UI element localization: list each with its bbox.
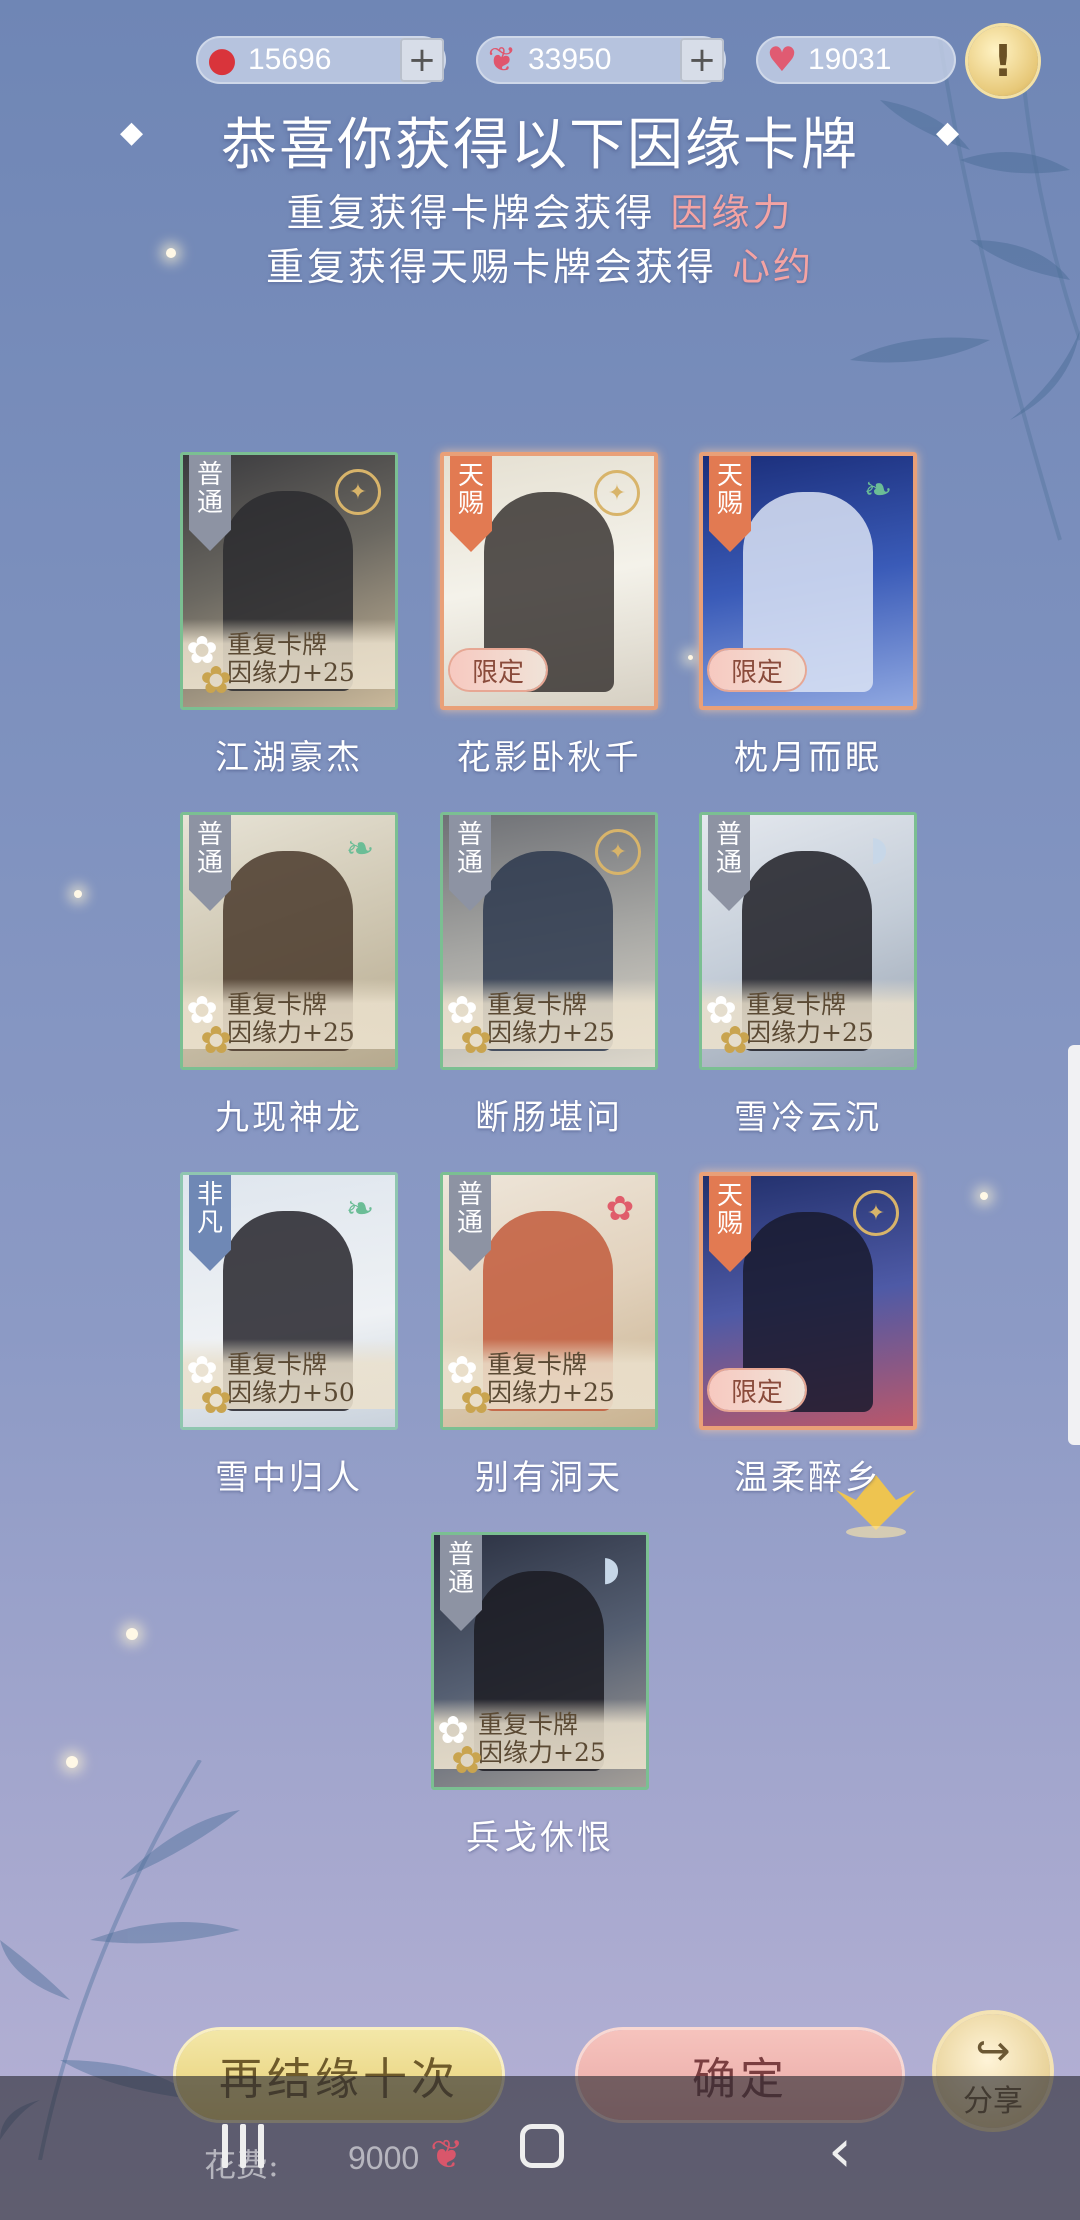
bonus-label: 因缘力+25 [227, 1018, 355, 1047]
card-item[interactable]: 天赐 ✦ 限定 [699, 1172, 917, 1430]
fan-icon: ◗ [602, 1549, 620, 1589]
hearts-icon: ♥ [766, 40, 798, 80]
currency-value: 33950 [528, 43, 612, 76]
bonus-label: 因缘力+25 [478, 1738, 606, 1767]
limited-badge: 限定 [709, 1370, 805, 1410]
card-name: 雪冷云沉 [734, 1098, 882, 1138]
sakura-icon: ✿ ✿ [702, 985, 760, 1065]
sakura-gold-icon: ✿ [451, 1738, 483, 1782]
add-red-bean-button[interactable]: + [400, 38, 444, 82]
sakura-gold-icon: ✿ [200, 658, 232, 702]
card-name: 九现神龙 [215, 1098, 363, 1138]
card-name: 花影卧秋千 [456, 738, 642, 778]
edge-panel-handle[interactable] [1068, 1045, 1080, 1445]
sakura-icon: ✿ ✿ [183, 985, 241, 1065]
subtitle-highlight: 因缘力 [670, 191, 794, 235]
card-item[interactable]: 普通 ◗ 重复卡牌 因缘力+25 ✿ ✿ [431, 1532, 649, 1790]
light-orb [66, 1756, 78, 1768]
sakura-icon: ✿ ✿ [183, 625, 241, 705]
sakura-gold-icon: ✿ [200, 1378, 232, 1422]
card-name: 断肠堪问 [475, 1098, 623, 1138]
light-orb [126, 1628, 138, 1640]
medal-icon: ✦ [594, 470, 640, 516]
card-name: 别有洞天 [475, 1458, 623, 1498]
card-name: 江湖豪杰 [215, 738, 363, 778]
sakura-icon: ✿ ✿ [443, 1345, 501, 1425]
sakura-icon: ✿ ✿ [183, 1345, 241, 1425]
card-item[interactable]: 天赐 ✦ 限定 [440, 452, 658, 710]
subtitle-line-2: 重复获得天赐卡牌会获得 心约 [0, 236, 1080, 291]
currency-value: 15696 [248, 43, 332, 76]
card-name: 雪中归人 [215, 1458, 363, 1498]
medal-icon: ✦ [595, 829, 641, 875]
currency-red-bean: ● 15696 + [196, 36, 446, 84]
card-item[interactable]: 普通 ✦ 重复卡牌 因缘力+25 ✿ ✿ [180, 452, 398, 710]
card-item[interactable]: 天赐 ❧ 限定 [699, 452, 917, 710]
flower-icon: ✿ [605, 1189, 635, 1229]
card-item[interactable]: 普通 ◗ 重复卡牌 因缘力+25 ✿ ✿ [699, 812, 917, 1070]
butterfly-icon: ❦ [487, 40, 517, 80]
card-item[interactable]: 普通 ❧ 重复卡牌 因缘力+25 ✿ ✿ [180, 812, 398, 1070]
card-item[interactable]: 普通 ✿ 重复卡牌 因缘力+25 ✿ ✿ [440, 1172, 658, 1430]
notice-button[interactable]: ! [968, 26, 1038, 96]
leaf-icon: ❧ [345, 1189, 375, 1229]
recent-apps-button[interactable] [222, 2124, 264, 2168]
share-icon: ↪ [975, 2026, 1011, 2075]
card-name: 温柔醉乡 [734, 1458, 882, 1498]
bonus-label: 因缘力+25 [746, 1018, 874, 1047]
subtitle-line-1: 重复获得卡牌会获得 因缘力 [0, 182, 1080, 237]
limited-badge: 限定 [450, 650, 546, 690]
exclamation-icon: ! [992, 35, 1014, 87]
card-name: 兵戈休恨 [466, 1818, 614, 1858]
page-title: 恭喜你获得以下因缘卡牌 [221, 113, 859, 178]
sakura-gold-icon: ✿ [460, 1378, 492, 1422]
subtitle-highlight: 心约 [732, 245, 815, 289]
currency-value: 19031 [808, 43, 892, 76]
bonus-label: 因缘力+25 [227, 658, 355, 687]
light-orb [74, 890, 82, 898]
cost-value: 9000 [348, 2140, 420, 2176]
leaf-icon: ❧ [345, 829, 375, 869]
subtitle-text: 重复获得天赐卡牌会获得 [265, 245, 717, 289]
card-item[interactable]: 普通 ✦ 重复卡牌 因缘力+25 ✿ ✿ [440, 812, 658, 1070]
sakura-gold-icon: ✿ [460, 1018, 492, 1062]
bonus-label: 因缘力+25 [487, 1018, 615, 1047]
sakura-icon: ✿ ✿ [443, 985, 501, 1065]
card-name: 枕月而眠 [734, 738, 882, 778]
light-orb [980, 1192, 988, 1200]
sakura-icon: ✿ ✿ [434, 1705, 492, 1785]
bonus-label: 因缘力+25 [487, 1378, 615, 1407]
light-orb [688, 655, 693, 660]
currency-butterfly: ❦ 33950 + [476, 36, 726, 84]
sakura-gold-icon: ✿ [200, 1018, 232, 1062]
back-button[interactable]: ‹ [828, 2116, 852, 2186]
medal-icon: ✦ [335, 469, 381, 515]
add-butterfly-button[interactable]: + [680, 38, 724, 82]
bonus-label: 因缘力+50 [227, 1378, 355, 1407]
medal-icon: ✦ [853, 1190, 899, 1236]
red-bean-icon: ● [207, 40, 237, 80]
leaf-icon: ❧ [863, 470, 893, 510]
currency-hearts: ♥ 19031 [756, 36, 956, 84]
sakura-gold-icon: ✿ [719, 1018, 751, 1062]
home-button[interactable] [520, 2124, 564, 2168]
butterfly-icon: ❦ [430, 2132, 464, 2178]
fan-icon: ◗ [870, 829, 888, 869]
card-item[interactable]: 非凡 ❧ 重复卡牌 因缘力+50 ✿ ✿ [180, 1172, 398, 1430]
limited-badge: 限定 [709, 650, 805, 690]
subtitle-text: 重复获得卡牌会获得 [286, 191, 656, 235]
